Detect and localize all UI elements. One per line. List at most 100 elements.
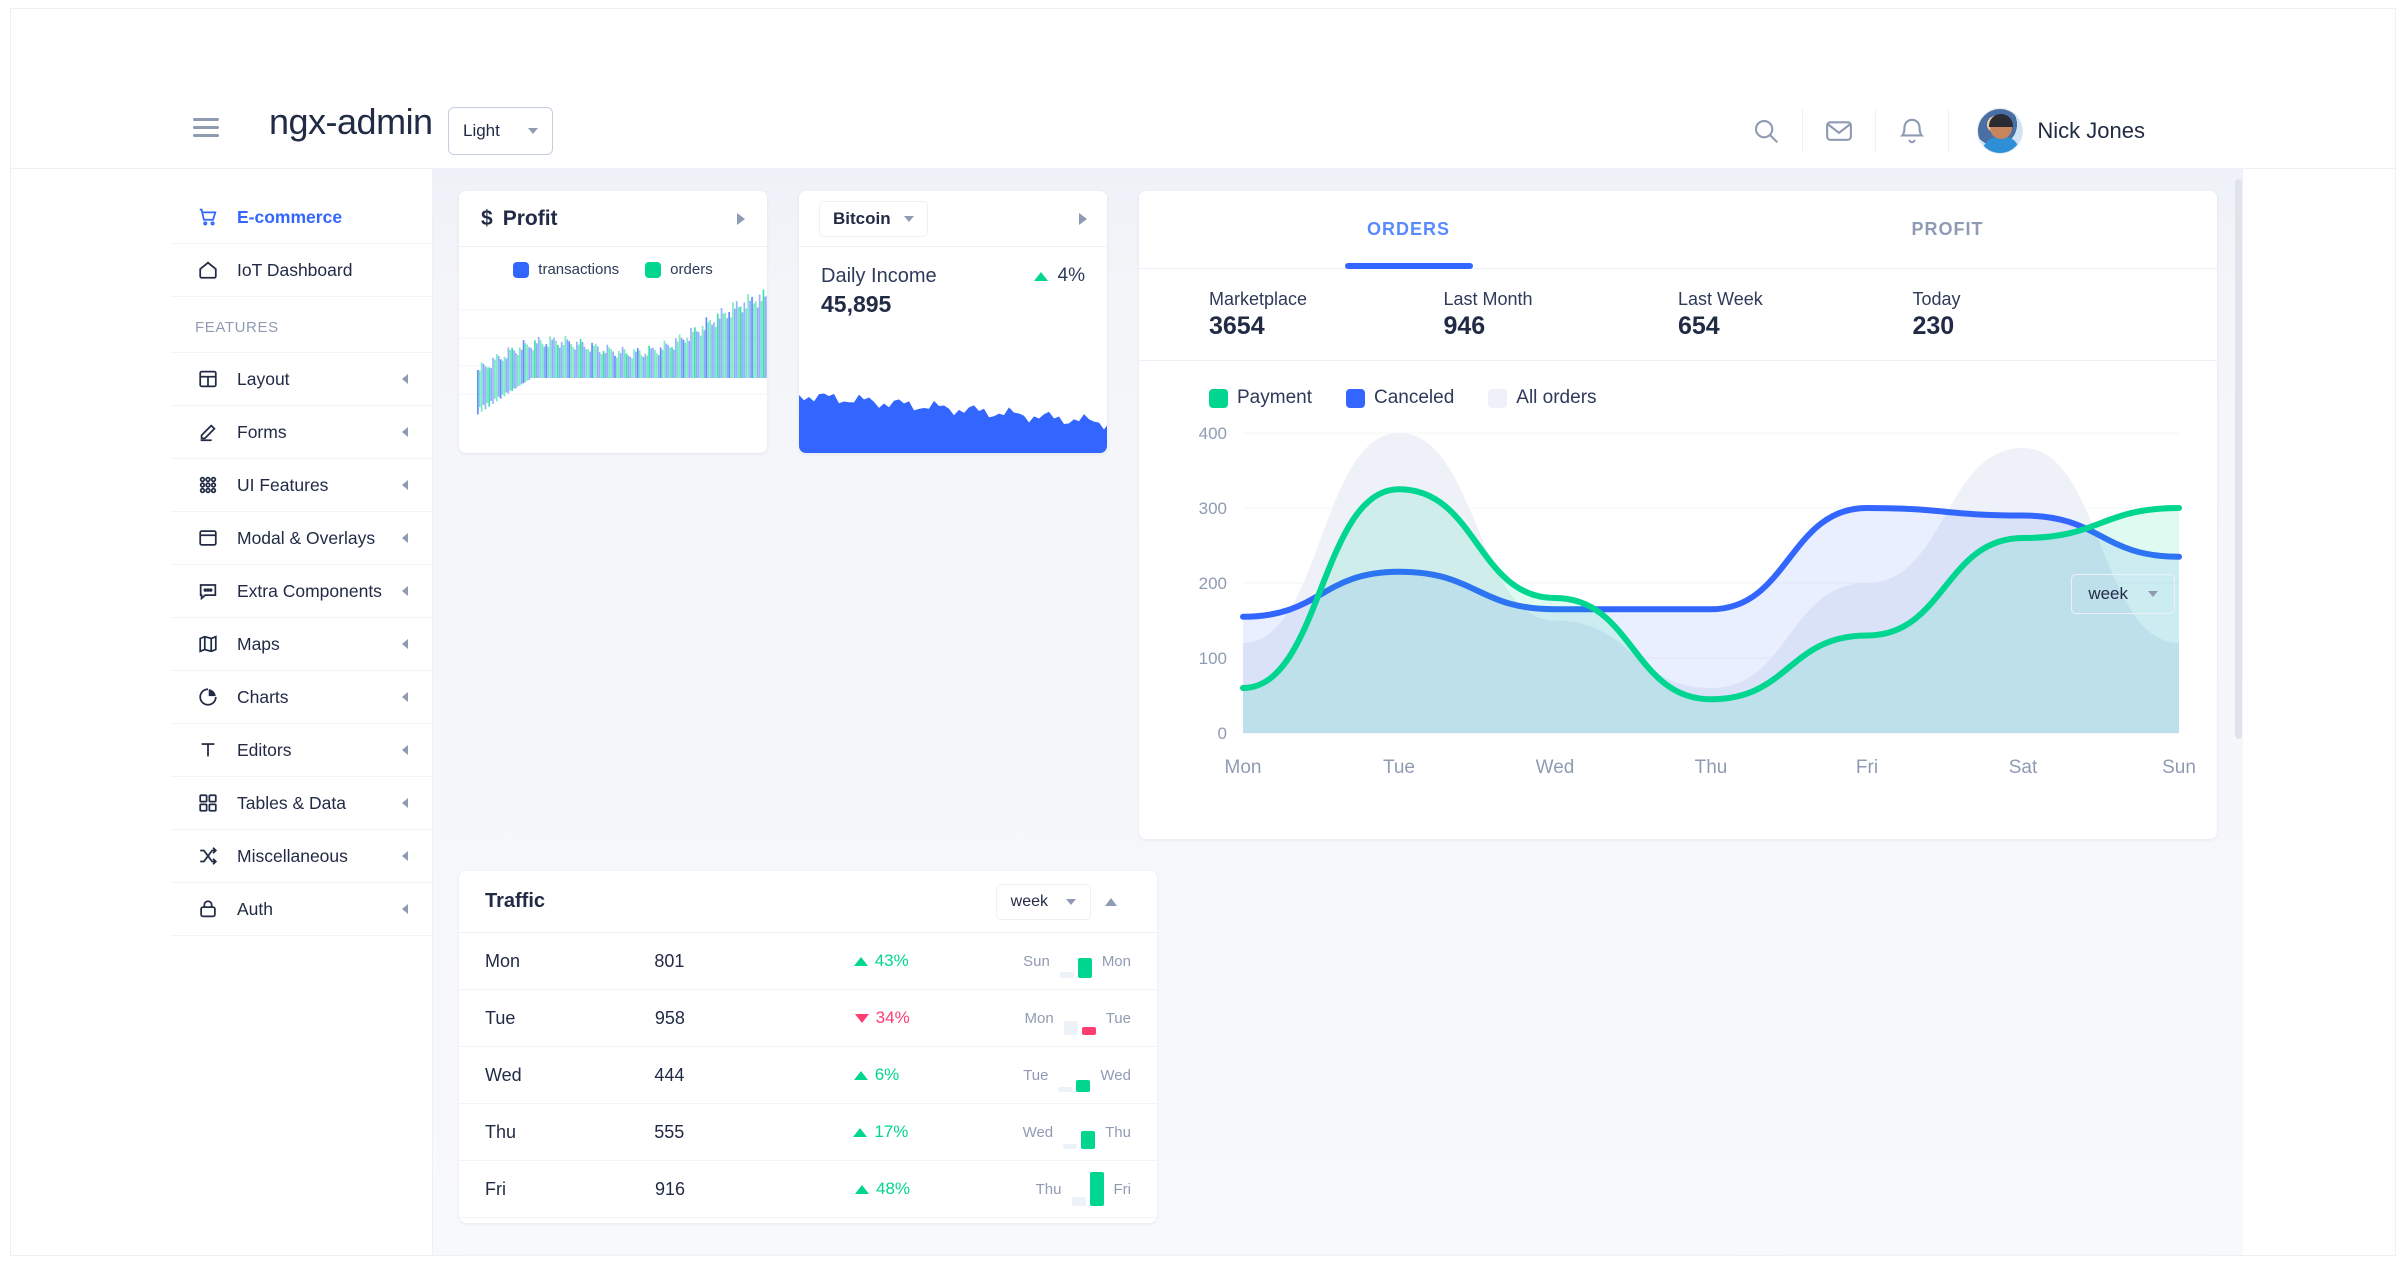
traffic-value: 555 xyxy=(654,1121,685,1142)
chevron-right-icon xyxy=(402,904,408,914)
search-icon[interactable] xyxy=(1730,105,1802,157)
profit-bar xyxy=(627,355,630,378)
profit-bar xyxy=(585,349,588,378)
chevron-right-icon xyxy=(402,480,408,490)
chevron-right-icon[interactable] xyxy=(1079,212,1087,225)
profit-bar xyxy=(735,301,738,378)
legend-swatch xyxy=(1345,388,1365,408)
table-row[interactable]: Mon 801 43% Sun Mon xyxy=(459,933,1157,990)
table-row[interactable]: Wed 444 6% Tue Wed xyxy=(459,1047,1157,1104)
traffic-rows: Mon 801 43% Sun Mon Tue 958 34% Mon Tue Wed 444 6% Tu… xyxy=(459,933,1157,1218)
profit-bar xyxy=(728,312,730,378)
sidebar-item-label: UI Features xyxy=(237,474,329,495)
profit-bar xyxy=(608,347,611,378)
cart-icon xyxy=(195,204,221,230)
profit-bar xyxy=(665,343,668,378)
brand-title[interactable]: ngx-admin xyxy=(269,101,433,143)
sidebar-section-label: FEATURES xyxy=(171,297,432,353)
income-delta: 4% xyxy=(1033,265,1085,287)
traffic-delta: 17% xyxy=(853,1122,1022,1142)
orders-period-select[interactable]: week xyxy=(2071,574,2175,614)
legend-swatch xyxy=(1209,388,1228,408)
legend-item: All orders xyxy=(1488,387,1597,409)
profit-bar xyxy=(547,346,550,378)
user-name: Nick Jones xyxy=(2037,118,2145,143)
profit-bar xyxy=(642,357,645,378)
traffic-sparkline: Thu Fri xyxy=(1025,1172,1131,1206)
profit-bar xyxy=(667,345,670,378)
divider xyxy=(1948,109,1950,153)
table-row[interactable]: Fri 916 48% Thu Fri xyxy=(459,1161,1157,1218)
profit-bar xyxy=(501,360,504,395)
sidebar-item-miscellaneous[interactable]: Miscellaneous xyxy=(171,830,432,883)
traffic-day: Tue xyxy=(485,1007,516,1028)
profit-bar xyxy=(524,343,527,383)
triangle-up-icon xyxy=(855,1184,869,1194)
home-icon xyxy=(195,257,221,283)
chevron-right-icon xyxy=(402,745,408,755)
sidebar-item-editors[interactable]: Editors xyxy=(171,724,432,777)
profit-legend: transactions orders xyxy=(459,247,767,282)
triangle-down-icon xyxy=(854,1013,869,1023)
profit-title-text: Profit xyxy=(502,206,558,230)
profit-bar xyxy=(606,344,609,378)
collapse-button[interactable] xyxy=(1091,882,1131,922)
tables-icon xyxy=(195,790,221,816)
sidebar-item-charts[interactable]: Charts xyxy=(171,671,432,724)
traffic-delta: 6% xyxy=(853,1065,1023,1085)
profit-bar xyxy=(745,308,748,378)
profit-bar xyxy=(741,312,744,378)
profit-bar xyxy=(652,347,654,378)
traffic-period-select[interactable]: week xyxy=(995,883,1091,920)
bell-icon[interactable] xyxy=(1876,105,1948,157)
sidebar-item-auth[interactable]: Auth xyxy=(171,883,432,936)
bottom-row: Country Orders Statistics xyxy=(459,1255,2217,1256)
chevron-right-icon xyxy=(402,639,408,649)
sidebar-item-e-commerce[interactable]: E-commerce xyxy=(171,191,432,244)
theme-select[interactable]: Light xyxy=(448,107,553,155)
stat-label: Last Week xyxy=(1678,288,1763,309)
table-row[interactable]: Tue 958 34% Mon Tue xyxy=(459,990,1157,1047)
stat-value: 946 xyxy=(1443,311,1486,340)
chevron-right-icon[interactable] xyxy=(737,212,745,225)
profit-bar xyxy=(610,349,612,378)
sidebar-item-ui-features[interactable]: UI Features xyxy=(171,459,432,512)
tab-orders[interactable]: ORDERS xyxy=(1139,191,1678,268)
sidebar-item-modal-overlays[interactable]: Modal & Overlays xyxy=(171,512,432,565)
orders-stats: Marketplace 3654 Last Month 946 Last Wee… xyxy=(1139,269,2217,361)
profit-bar xyxy=(762,289,765,378)
traffic-delta-value: 43% xyxy=(874,951,909,970)
user-menu[interactable]: Nick Jones xyxy=(1977,108,2145,154)
table-row[interactable]: Thu 555 17% Wed Thu xyxy=(459,1104,1157,1161)
legend-label: Canceled xyxy=(1373,387,1455,408)
profit-bar xyxy=(656,353,658,378)
sidebar-item-layout[interactable]: Layout xyxy=(171,353,432,406)
profit-bar xyxy=(503,356,506,397)
sidebar-item-maps[interactable]: Maps xyxy=(171,618,432,671)
legend-swatch xyxy=(513,261,530,278)
profit-bar xyxy=(758,294,761,378)
shuffle-icon xyxy=(195,843,221,869)
profit-bar xyxy=(732,302,734,378)
sidebar-item-tables-data[interactable]: Tables & Data xyxy=(171,777,432,830)
profit-bar xyxy=(534,340,536,378)
legend-label: orders xyxy=(670,261,713,278)
spark-prev-label: Tue xyxy=(1023,1066,1049,1084)
content-scrollbar[interactable] xyxy=(2235,179,2242,739)
sidebar-item-forms[interactable]: Forms xyxy=(171,406,432,459)
profit-bar-chart xyxy=(459,289,767,415)
tab-profit[interactable]: PROFIT xyxy=(1678,191,2217,268)
sidebar-item-iot-dashboard[interactable]: IoT Dashboard xyxy=(171,244,432,297)
profit-bar xyxy=(715,326,717,378)
legend-label: All orders xyxy=(1516,387,1597,408)
legend-item: transactions xyxy=(513,261,619,278)
pie-chart-icon xyxy=(195,684,221,710)
traffic-value: 444 xyxy=(654,1064,685,1085)
menu-toggle-icon[interactable] xyxy=(193,114,227,140)
legend-item: orders xyxy=(645,261,713,278)
mail-icon[interactable] xyxy=(1803,105,1875,157)
profit-bar xyxy=(756,307,759,378)
sidebar-item-extra-components[interactable]: Extra Components xyxy=(171,565,432,618)
orders-card: ORDERS PROFIT Marketplace 3654 Last Mont… xyxy=(1139,191,2217,839)
currency-select[interactable]: Bitcoin xyxy=(819,200,928,237)
